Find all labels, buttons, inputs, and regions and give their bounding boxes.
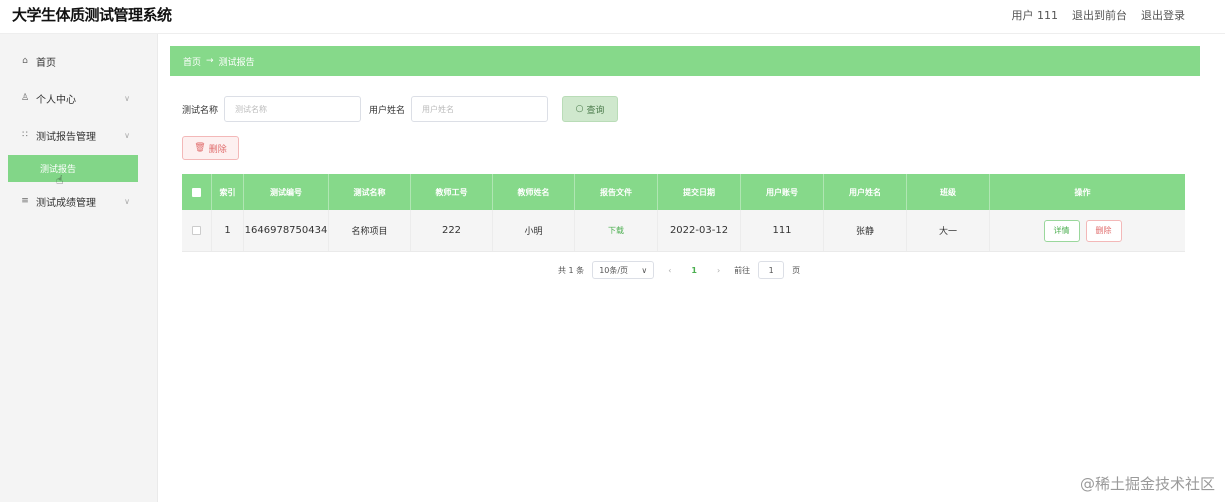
- sidebar-item-label: 测试报告管理: [36, 131, 96, 143]
- column-header-test-name: 测试名称: [329, 174, 411, 210]
- column-header-actions: 操作: [1074, 187, 1091, 197]
- table-row: 1 1646978750434 名称项目 222 小明 下载 2022-03-1…: [182, 210, 1185, 252]
- cell-index: 1: [212, 210, 244, 251]
- test-name-label: 测试名称: [182, 105, 219, 116]
- column-header-report-file: 报告文件: [575, 174, 658, 210]
- column-header-class: 班级: [907, 174, 990, 210]
- row-delete-button[interactable]: 删除: [1085, 219, 1122, 242]
- column-header-teacher-no: 教师工号: [411, 174, 493, 210]
- breadcrumb-home[interactable]: 首页: [183, 55, 201, 68]
- query-button[interactable]: ○ 查询: [562, 96, 619, 122]
- goto-page-input[interactable]: 1: [758, 261, 785, 279]
- breadcrumb: 首页 → 测试报告: [170, 46, 1200, 76]
- breadcrumb-current: 测试报告: [218, 57, 255, 68]
- cell-test-no: 1646978750434: [244, 210, 329, 251]
- cell-teacher-name: 小明: [493, 210, 575, 251]
- search-form: 测试名称 测试名称 用户姓名 用户姓名 ○ 查询: [182, 96, 619, 122]
- search-icon: ○: [575, 104, 584, 114]
- cell-class: 大一: [907, 210, 990, 251]
- cell-submit-date: 2022-03-12: [658, 210, 741, 251]
- query-button-label: 查询: [586, 105, 605, 116]
- cell-teacher-no: 222: [411, 210, 493, 251]
- sidebar: ⌂ 首页 ♙ 个人中心 ∨ ∷ 测试报告管理 ∨ 测试报告 ☝ ≡ 测试成绩管理…: [0, 34, 158, 502]
- sidebar-subitem-test-report[interactable]: 测试报告: [8, 155, 138, 182]
- top-bar: 大学生体质测试管理系统 用户 111 退出到前台 退出登录: [0, 0, 1225, 34]
- column-header-submit-date: 提交日期: [658, 174, 741, 210]
- sidebar-item-label: 首页: [36, 57, 56, 69]
- chevron-down-icon: ∨: [641, 265, 648, 275]
- batch-delete-button[interactable]: 🗑 删除: [182, 136, 239, 160]
- column-header-index: 索引: [212, 174, 244, 210]
- sidebar-item-report-management[interactable]: ∷ 测试报告管理 ∨: [0, 120, 158, 150]
- grid-icon: ∷: [22, 130, 28, 140]
- user-label: 用户 111: [1011, 9, 1059, 22]
- user-name-label: 用户姓名: [369, 105, 406, 116]
- trash-icon: 🗑: [194, 143, 206, 153]
- page-unit-label: 页: [792, 265, 801, 275]
- chevron-down-icon: ∨: [124, 130, 130, 140]
- watermark: @稀土掘金技术社区: [1079, 475, 1215, 493]
- sidebar-item-score-management[interactable]: ≡ 测试成绩管理 ∨: [0, 186, 158, 216]
- breadcrumb-arrow-icon: →: [206, 56, 214, 66]
- goto-label: 前往: [734, 265, 751, 275]
- cell-report-file: 下载: [575, 210, 658, 251]
- column-header-user-name: 用户姓名: [824, 174, 907, 210]
- pagination: 共 1 条 10条/页 ∨ ‹ 1 › 前往 1 页: [558, 261, 800, 279]
- report-table: 索引 测试编号 测试名称 教师工号 教师姓名 报告文件 提交日期 用户账号 用户…: [182, 174, 1185, 252]
- sidebar-item-label: 测试成绩管理: [36, 197, 96, 209]
- user-icon: ♙: [20, 93, 30, 103]
- user-name-input[interactable]: 用户姓名: [411, 96, 549, 122]
- page-size-value: 10条/页: [599, 265, 629, 275]
- table-header: 索引 测试编号 测试名称 教师工号 教师姓名 报告文件 提交日期 用户账号 用户…: [182, 174, 1185, 210]
- sidebar-item-home[interactable]: ⌂ 首页: [0, 46, 158, 76]
- user-area: 用户 111 退出到前台 退出登录: [1012, 7, 1186, 23]
- chevron-down-icon: ∨: [124, 93, 130, 103]
- batch-delete-label: 删除: [208, 144, 227, 155]
- chevron-down-icon: ∨: [124, 196, 130, 206]
- home-icon: ⌂: [22, 56, 28, 66]
- row-checkbox[interactable]: [192, 226, 201, 235]
- cell-user-account: 111: [741, 210, 824, 251]
- prev-page-button[interactable]: ‹: [662, 266, 677, 275]
- page-size-select[interactable]: 10条/页 ∨: [592, 261, 655, 279]
- cell-test-name: 名称项目: [329, 210, 411, 251]
- detail-button[interactable]: 详情: [1043, 219, 1080, 242]
- back-to-front-link[interactable]: 退出到前台: [1072, 7, 1127, 23]
- main-content: 首页 → 测试报告 测试名称 测试名称 用户姓名 用户姓名 ○ 查询 🗑 删除 …: [158, 34, 1225, 502]
- column-header-teacher-name: 教师姓名: [493, 174, 575, 210]
- cell-user-name: 张静: [824, 210, 907, 251]
- logout-link[interactable]: 退出登录: [1141, 7, 1185, 23]
- pointer-cursor-icon: ☝: [56, 173, 64, 187]
- app-title: 大学生体质测试管理系统: [12, 6, 172, 24]
- cell-actions: 详情 删除: [990, 210, 1175, 251]
- current-page[interactable]: 1: [685, 266, 703, 275]
- column-header-test-no: 测试编号: [244, 174, 329, 210]
- download-link[interactable]: 下载: [608, 225, 624, 236]
- column-header-user-account: 用户账号: [741, 174, 824, 210]
- next-page-button[interactable]: ›: [711, 266, 726, 275]
- sidebar-item-personal-center[interactable]: ♙ 个人中心 ∨: [0, 83, 158, 113]
- chart-icon: ≡: [21, 196, 29, 206]
- select-all-checkbox[interactable]: [192, 187, 201, 197]
- row-checkbox-cell[interactable]: [182, 210, 212, 251]
- pagination-total: 共 1 条: [558, 265, 585, 275]
- select-all-checkbox-cell[interactable]: [182, 174, 212, 210]
- sidebar-item-label: 个人中心: [36, 94, 76, 106]
- test-name-input[interactable]: 测试名称: [224, 96, 362, 122]
